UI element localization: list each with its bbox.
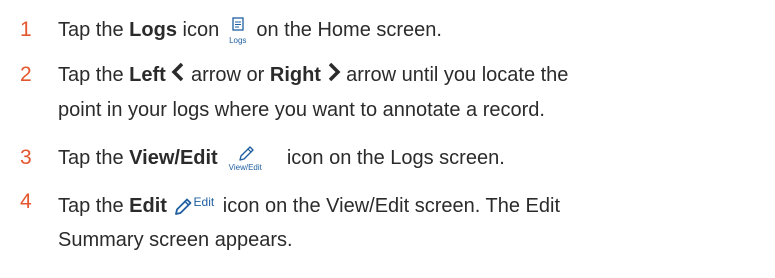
pencil-icon	[173, 197, 193, 217]
icon-caption: Edit	[193, 195, 215, 209]
pencil-icon: View/Edit	[223, 144, 267, 174]
step-keyword: Edit	[129, 195, 167, 217]
logs-icon: Logs	[225, 16, 251, 46]
step-text: Tap the	[58, 19, 130, 41]
step-text: point in your logs where you want to ann…	[58, 98, 545, 121]
step-number: 4	[20, 190, 32, 213]
step-text: Tap the	[58, 64, 130, 86]
step-text: icon on the Logs screen.	[281, 147, 505, 169]
step-keyword: View/Edit	[129, 147, 218, 169]
step-text: arrow until you locate the	[340, 64, 569, 86]
step-text: Tap the	[58, 147, 130, 169]
step-text: icon	[176, 19, 225, 41]
step-number: 2	[20, 63, 32, 86]
icon-caption: View/Edit	[228, 162, 262, 172]
step-keyword: Logs	[129, 19, 177, 41]
icon-caption: Logs	[229, 35, 247, 45]
step-text: Tap the	[58, 195, 130, 217]
step-keyword: Right	[269, 64, 321, 86]
step-number: 3	[20, 146, 32, 169]
step-text: icon on the View/Edit screen. The Edit	[217, 195, 560, 217]
step-text: Summary screen appears.	[58, 229, 293, 251]
instruction-steps: 1 Tap the Logs icon Logs on the Home scr…	[0, 0, 775, 278]
step-text: on the Home screen.	[256, 19, 442, 41]
step-keyword: Left	[129, 64, 166, 86]
chevron-left-icon	[171, 59, 185, 93]
step-number: 1	[20, 18, 32, 41]
step-text: arrow or	[185, 64, 270, 86]
chevron-right-icon	[327, 59, 341, 93]
